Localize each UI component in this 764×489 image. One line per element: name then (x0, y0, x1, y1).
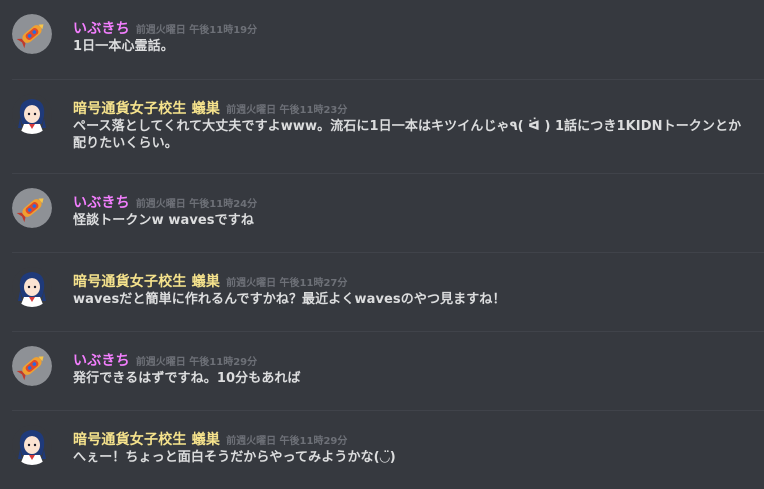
username[interactable]: 暗号通貨女子校生 蟻巣 (73, 432, 220, 448)
username[interactable]: いぶきち (73, 353, 130, 369)
anime-girl-avatar-icon[interactable] (12, 94, 52, 134)
username[interactable]: 暗号通貨女子校生 蟻巣 (73, 101, 220, 117)
rocket-avatar-icon[interactable] (12, 14, 52, 54)
message-group: 暗号通貨女子校生 蟻巣 前週火曜日 午後11時27分 wavesだと簡単に作れるん… (0, 253, 764, 332)
username[interactable]: いぶきち (73, 195, 130, 211)
username[interactable]: 暗号通貨女子校生 蟻巣 (73, 274, 220, 290)
timestamp: 前週火曜日 午後11時29分 (226, 436, 348, 447)
message-group: 暗号通貨女子校生 蟻巣 前週火曜日 午後11時29分 へぇー！ちょっと面白そうだか… (0, 411, 764, 489)
message-text: wavesだと簡単に作れるんですかね？最近よくwavesのやつ見ますね！ (73, 292, 506, 307)
username[interactable]: いぶきち (73, 21, 130, 37)
message-header: 暗号通貨女子校生 蟻巣 前週火曜日 午後11時29分 (73, 429, 347, 449)
message-text: 1日一本心霊話。 (73, 39, 174, 54)
message-group: いぶきち 前週火曜日 午後11時19分 1日一本心霊話。 (0, 0, 764, 79)
message-header: 暗号通貨女子校生 蟻巣 前週火曜日 午後11時23分 (73, 98, 347, 118)
timestamp: 前週火曜日 午後11時29分 (135, 357, 258, 368)
message-header: いぶきち 前週火曜日 午後11時24分 (73, 192, 257, 212)
message-text: 発行できるはずですね。10分もあれば (73, 371, 301, 386)
timestamp: 前週火曜日 午後11時23分 (226, 105, 348, 116)
timestamp: 前週火曜日 午後11時24分 (135, 199, 258, 210)
message-group: いぶきち 前週火曜日 午後11時29分 発行できるはずですね。10分もあれば (0, 332, 764, 411)
rocket-avatar-icon[interactable] (12, 346, 52, 386)
timestamp: 前週火曜日 午後11時27分 (226, 278, 348, 289)
timestamp: 前週火曜日 午後11時19分 (135, 25, 258, 36)
message-header: いぶきち 前週火曜日 午後11時29分 (73, 350, 257, 370)
message-header: いぶきち 前週火曜日 午後11時19分 (73, 18, 257, 38)
message-group: 暗号通貨女子校生 蟻巣 前週火曜日 午後11時23分 ペース落としてくれて大丈夫で… (0, 80, 764, 173)
message-header: 暗号通貨女子校生 蟻巣 前週火曜日 午後11時27分 (73, 271, 347, 291)
message-text: 怪談トークンw wavesですね (73, 213, 254, 228)
anime-girl-avatar-icon[interactable] (12, 267, 52, 307)
anime-girl-avatar-icon[interactable] (12, 425, 52, 465)
message-group: いぶきち 前週火曜日 午後11時24分 怪談トークンw wavesですね (0, 174, 764, 253)
message-text: ペース落としてくれて大丈夫ですよwww。流石に1日一本はキツイんじゃ٩( ᐛ )… (73, 119, 742, 151)
rocket-avatar-icon[interactable] (12, 188, 52, 228)
chat-message-list: いぶきち 前週火曜日 午後11時19分 1日一本心霊話。 暗号通貨女子校生 蟻巣前… (0, 0, 764, 489)
message-text: へぇー！ちょっと面白そうだからやってみようかな(◡̈) (73, 450, 396, 465)
